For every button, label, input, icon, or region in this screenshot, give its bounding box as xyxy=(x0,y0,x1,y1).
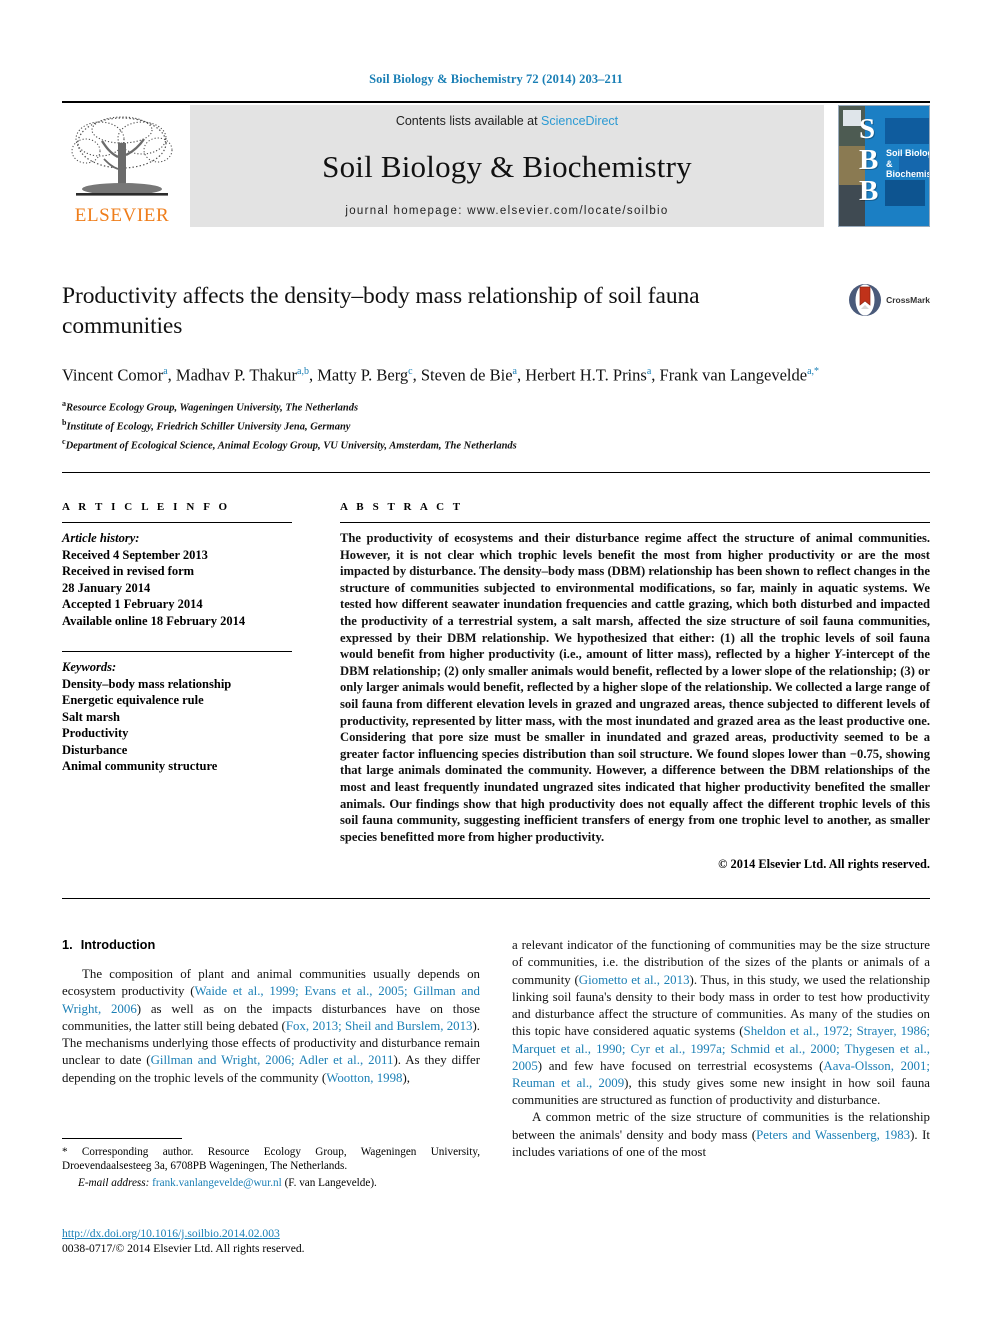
elsevier-wordmark: ELSEVIER xyxy=(74,205,170,226)
abstract-y-italic: Y xyxy=(834,647,842,662)
citation-link[interactable]: Fox, 2013; Sheil and Burslem, 2013 xyxy=(286,1019,473,1033)
footnote-rule xyxy=(62,1138,182,1139)
cover-journal-name: Soil Biology & Biochemistry xyxy=(886,148,930,179)
crossmark-badge[interactable]: CrossMark xyxy=(848,283,930,317)
email-suffix: (F. van Langevelde). xyxy=(281,1176,377,1189)
keywords-rule xyxy=(62,651,292,652)
body-columns: 1. Introduction The composition of plant … xyxy=(62,937,930,1161)
corresponding-author-note: * Corresponding author. Resource Ecology… xyxy=(62,1146,480,1173)
article-history-label: Article history: xyxy=(62,531,140,545)
keywords-block: Keywords: Density–body mass relationship… xyxy=(62,651,292,775)
doi-block: http://dx.doi.org/10.1016/j.soilbio.2014… xyxy=(62,1226,305,1256)
issn-copyright-line: 0038-0717/© 2014 Elsevier Ltd. All right… xyxy=(62,1242,305,1255)
section-heading-introduction: 1. Introduction xyxy=(62,937,480,952)
article-info-rule xyxy=(62,522,292,523)
email-link[interactable]: frank.vanlangevelde@wur.nl xyxy=(152,1177,282,1189)
body-column-right: a relevant indicator of the functioning … xyxy=(512,937,930,1161)
contents-prefix: Contents lists available at xyxy=(395,114,542,128)
elsevier-tree-icon xyxy=(71,116,173,196)
history-item: Received 4 September 2013 xyxy=(62,547,208,562)
intro-paragraph-left: The composition of plant and animal comm… xyxy=(62,967,481,1085)
article-title: Productivity affects the density–body ma… xyxy=(62,283,700,339)
journal-title: Soil Biology & Biochemistry xyxy=(322,148,692,184)
doi-link[interactable]: http://dx.doi.org/10.1016/j.soilbio.2014… xyxy=(62,1226,305,1241)
citation-link[interactable]: Peters and Wassenberg, 1983 xyxy=(756,1128,910,1142)
affil-marker[interactable]: a xyxy=(647,366,651,377)
affil-marker[interactable]: c xyxy=(408,366,412,377)
title-block: Productivity affects the density–body ma… xyxy=(62,281,930,454)
journal-article-page: Soil Biology & Biochemistry 72 (2014) 20… xyxy=(0,0,992,1323)
history-item: 28 January 2014 xyxy=(62,580,151,595)
affiliation-item: aResource Ecology Group, Wageningen Univ… xyxy=(62,399,359,414)
affiliation-list: aResource Ecology Group, Wageningen Univ… xyxy=(62,397,930,454)
abstract-heading: A B S T R A C T xyxy=(340,501,464,513)
journal-band: Contents lists available at ScienceDirec… xyxy=(190,105,824,227)
author-list: Vincent Comora, Madhav P. Thakura,b, Mat… xyxy=(62,365,820,385)
email-note: E-mail address: frank.vanlangevelde@wur.… xyxy=(62,1176,480,1190)
sciencedirect-link[interactable]: ScienceDirect xyxy=(541,114,618,128)
cover-initials: SBB xyxy=(859,113,878,207)
keyword-item: Energetic equivalence rule xyxy=(62,693,204,707)
body-column-left: 1. Introduction The composition of plant … xyxy=(62,937,480,1161)
keyword-item: Animal community structure xyxy=(62,759,218,773)
keyword-item: Salt marsh xyxy=(62,709,120,724)
affiliation-item: cDepartment of Ecological Science, Anima… xyxy=(62,437,517,452)
keyword-item: Disturbance xyxy=(62,742,128,757)
keyword-item: Productivity xyxy=(62,726,129,740)
running-head: Soil Biology & Biochemistry 72 (2014) 20… xyxy=(369,72,623,86)
elsevier-logo: ELSEVIER xyxy=(62,105,182,227)
abstract-part-2: -intercept of the DBM relationship; (2) … xyxy=(340,647,930,844)
section-title: Introduction xyxy=(80,937,156,953)
contents-lists-line: Contents lists available at ScienceDirec… xyxy=(396,114,618,128)
citation-link[interactable]: Wootton, 1998 xyxy=(326,1071,402,1085)
crossmark-label: CrossMark xyxy=(886,295,930,305)
section-number: 1. xyxy=(62,937,73,953)
affil-marker[interactable]: a,b xyxy=(297,366,309,377)
keywords-label: Keywords: xyxy=(62,660,117,674)
abstract-copyright: © 2014 Elsevier Ltd. All rights reserved… xyxy=(718,857,930,872)
journal-cover-thumbnail[interactable]: SBB Soil Biology & Biochemistry xyxy=(830,105,930,227)
citation-link[interactable]: Gillman and Wright, 2006; Adler et al., … xyxy=(151,1053,394,1067)
affil-marker[interactable]: a xyxy=(163,366,167,377)
abstract-column: A B S T R A C T The productivity of ecos… xyxy=(314,501,930,872)
history-item: Accepted 1 February 2014 xyxy=(62,597,203,611)
article-info-column: A R T I C L E I N F O Article history: R… xyxy=(62,501,314,872)
email-label: E-mail address: xyxy=(78,1176,150,1189)
keyword-item: Density–body mass relationship xyxy=(62,676,232,691)
affiliation-item: bInstitute of Ecology, Friedrich Schille… xyxy=(62,418,351,433)
abstract-text: The productivity of ecosystems and their… xyxy=(340,530,930,845)
affil-marker[interactable]: a,* xyxy=(807,366,819,377)
intro-paragraph-right-continued: a relevant indicator of the functioning … xyxy=(512,938,931,1108)
abstract-part-1: The productivity of ecosystems and their… xyxy=(340,531,930,662)
masthead-top-rule xyxy=(62,101,930,103)
intro-paragraph-right-2: A common metric of the size structure of… xyxy=(512,1110,931,1159)
history-item: Received in revised form xyxy=(62,564,195,578)
affil-marker[interactable]: a xyxy=(513,366,517,377)
crossmark-icon xyxy=(849,284,882,316)
footnote-block: * Corresponding author. Resource Ecology… xyxy=(62,1138,480,1190)
journal-masthead: ELSEVIER Contents lists available at Sci… xyxy=(62,105,930,227)
journal-homepage-link[interactable]: journal homepage: www.elsevier.com/locat… xyxy=(345,205,668,217)
abstract-rule xyxy=(340,522,930,523)
citation-link[interactable]: Giometto et al., 2013 xyxy=(579,973,690,987)
history-item: Available online 18 February 2014 xyxy=(62,613,246,628)
article-info-heading: A R T I C L E I N F O xyxy=(62,501,231,513)
body-top-rule xyxy=(62,898,930,900)
info-section-top-rule xyxy=(62,472,930,473)
info-abstract-area: A R T I C L E I N F O Article history: R… xyxy=(62,501,930,872)
